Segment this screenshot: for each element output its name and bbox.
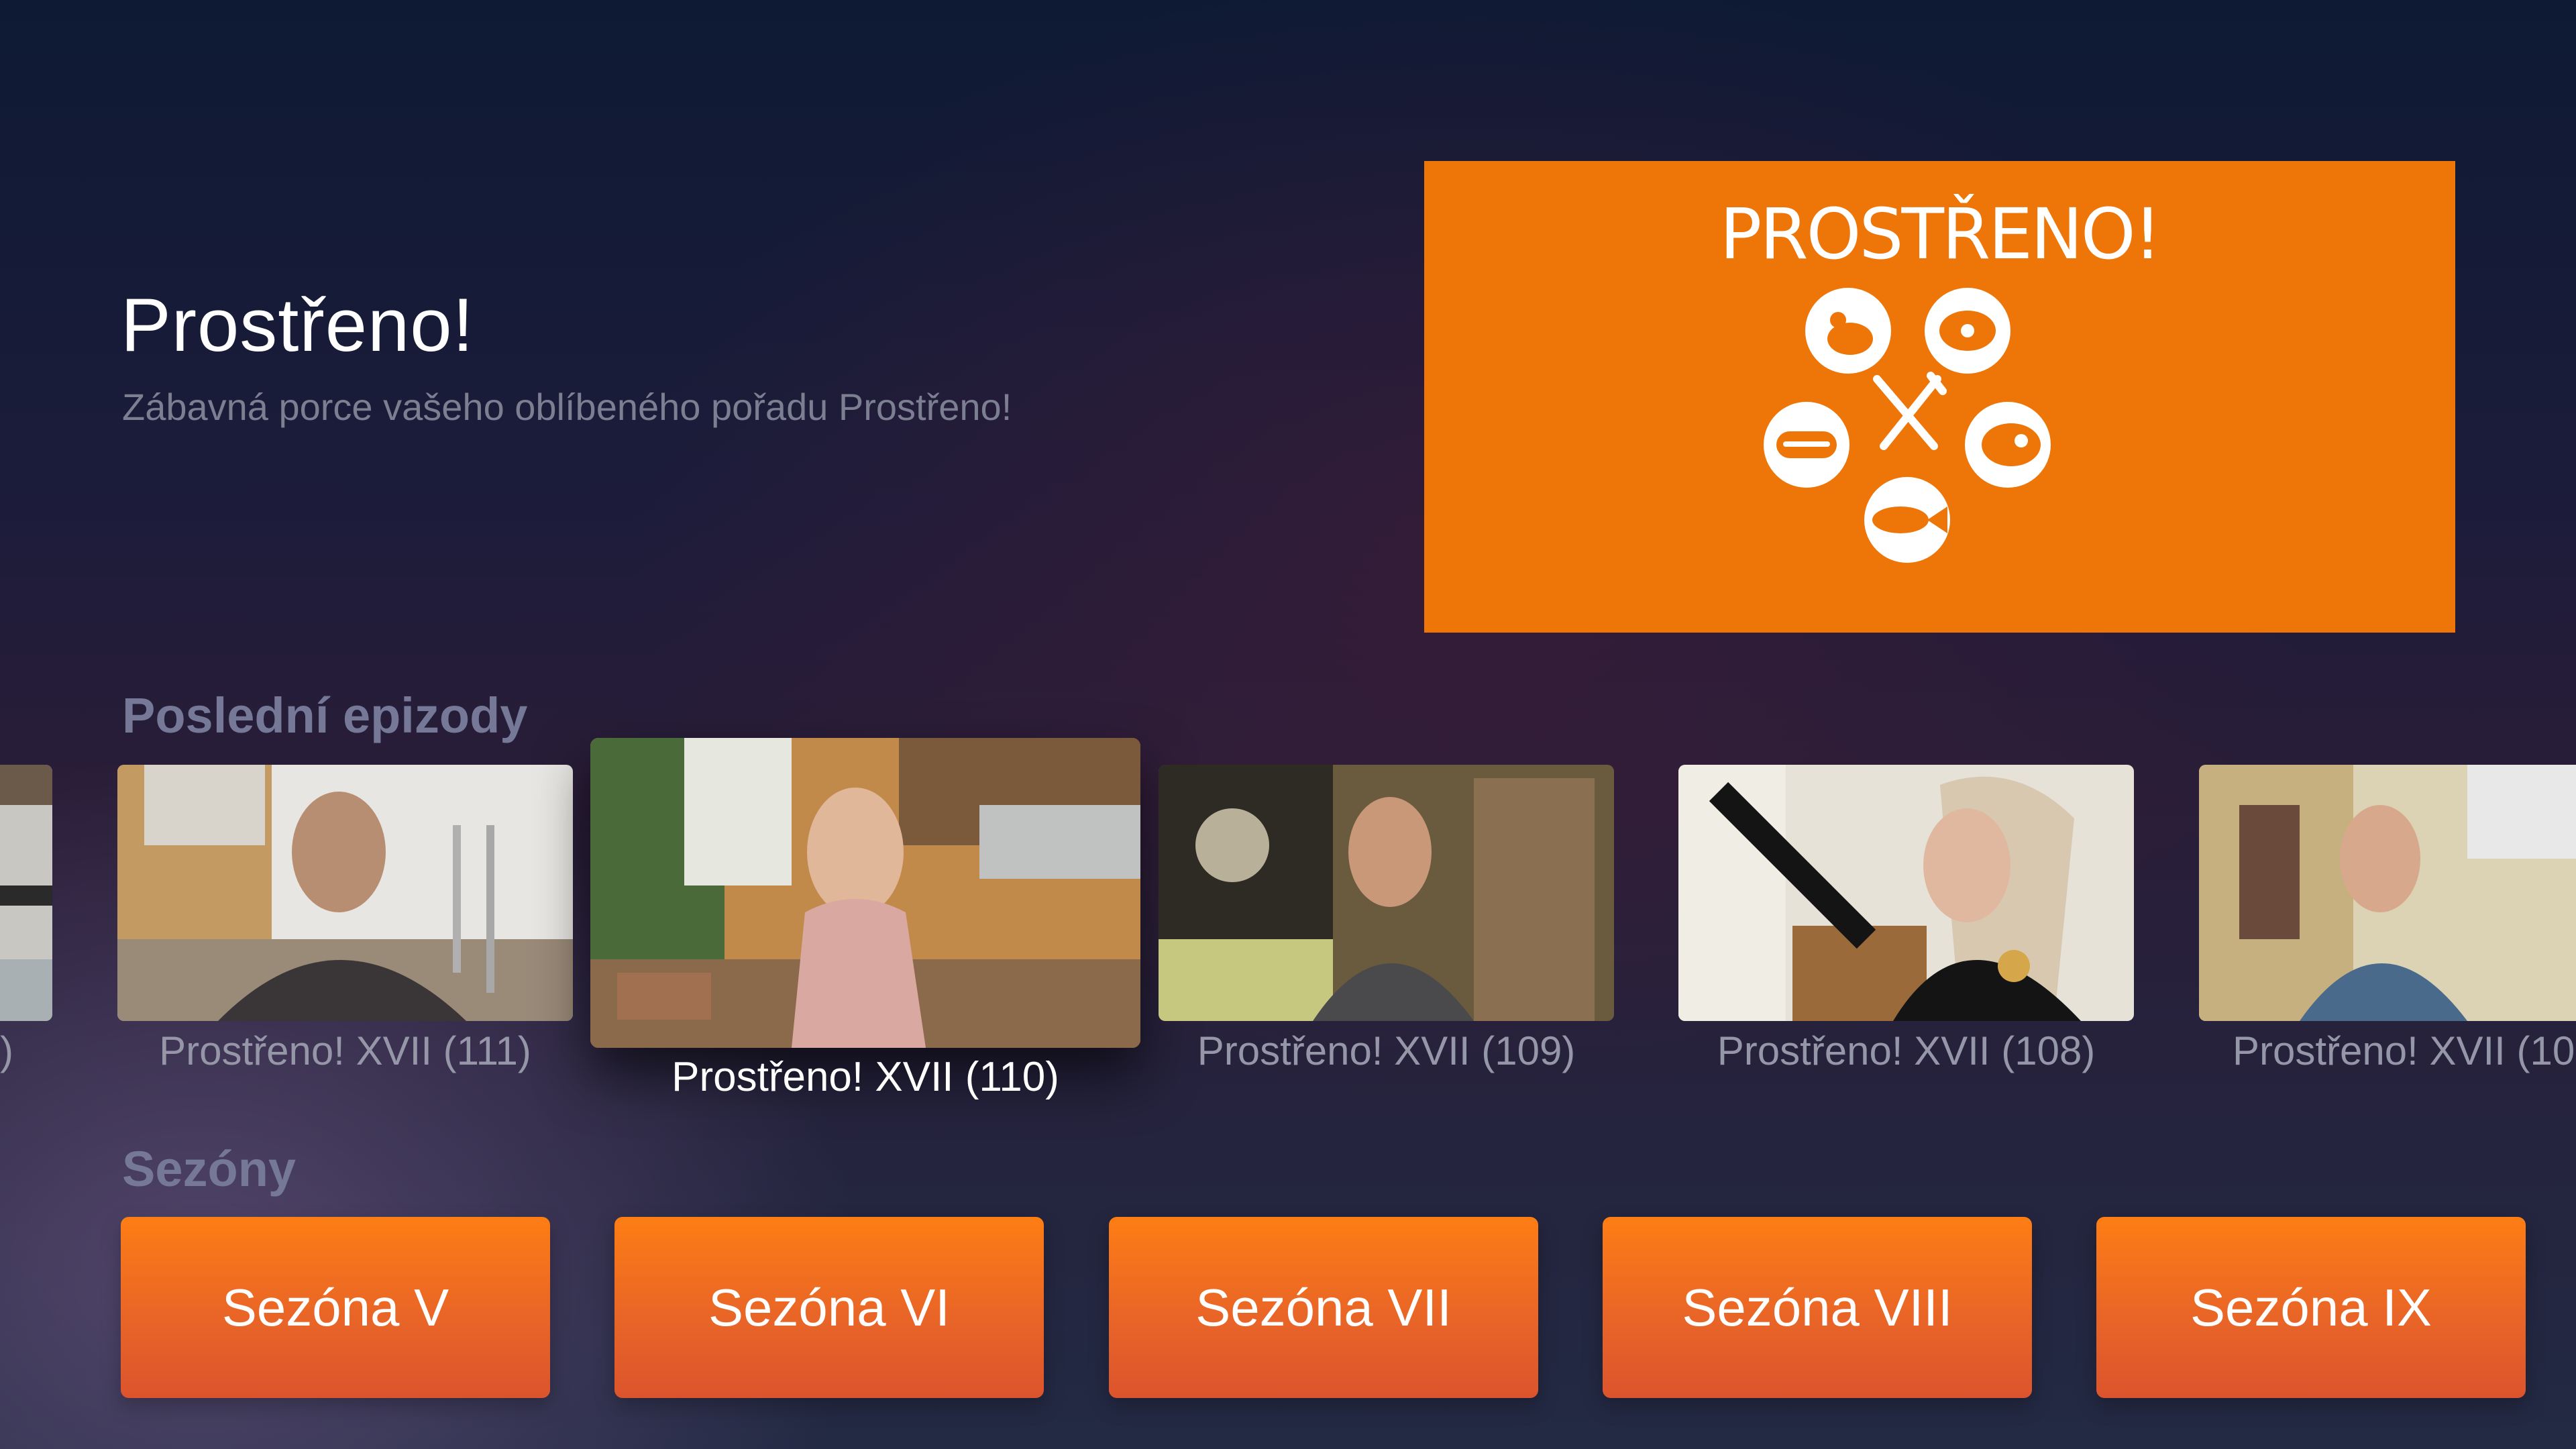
episode-thumbnail [0,765,52,1021]
section-latest-episodes-label: Poslední epizody [122,688,528,743]
season-button-vi[interactable]: Sezóna VI [614,1217,1044,1398]
episode-thumbnail [117,765,573,1021]
show-title: Prostřeno! [121,283,474,367]
season-button-vii[interactable]: Sezóna VII [1109,1217,1538,1398]
episode-thumbnail [590,738,1140,1048]
food-emblem-icon [1764,288,2051,563]
season-button-ix[interactable]: Sezóna IX [2096,1217,2526,1398]
episode-title: Prostřeno! XVII (111) [159,1028,531,1073]
show-hero-artwork: PROSTŘENO! [1424,161,2455,633]
episode-title: ) [0,1028,13,1073]
section-seasons-label: Sezóny [122,1141,297,1197]
episode-title: Prostřeno! XVII (108) [1717,1028,2096,1073]
season-button-v[interactable]: Sezóna V [121,1217,550,1398]
episode-thumbnail [2199,765,2576,1021]
episode-thumbnail [1678,765,2134,1021]
hero-logo-text: PROSTŘENO! [1719,193,2162,275]
season-button-viii[interactable]: Sezóna VIII [1603,1217,2032,1398]
episode-title: Prostřeno! XVII (110) [672,1054,1059,1100]
episode-title: Prostřeno! XVII (109) [1197,1028,1576,1073]
episode-title: Prostřeno! XVII (10 [2233,1028,2575,1073]
episode-thumbnail [1159,765,1614,1021]
episodes-row: ) Prostřeno! XVII (111) Prostřeno! XVII … [0,738,2576,1114]
show-description: Zábavná porce vašeho oblíbeného pořadu P… [122,386,1012,428]
